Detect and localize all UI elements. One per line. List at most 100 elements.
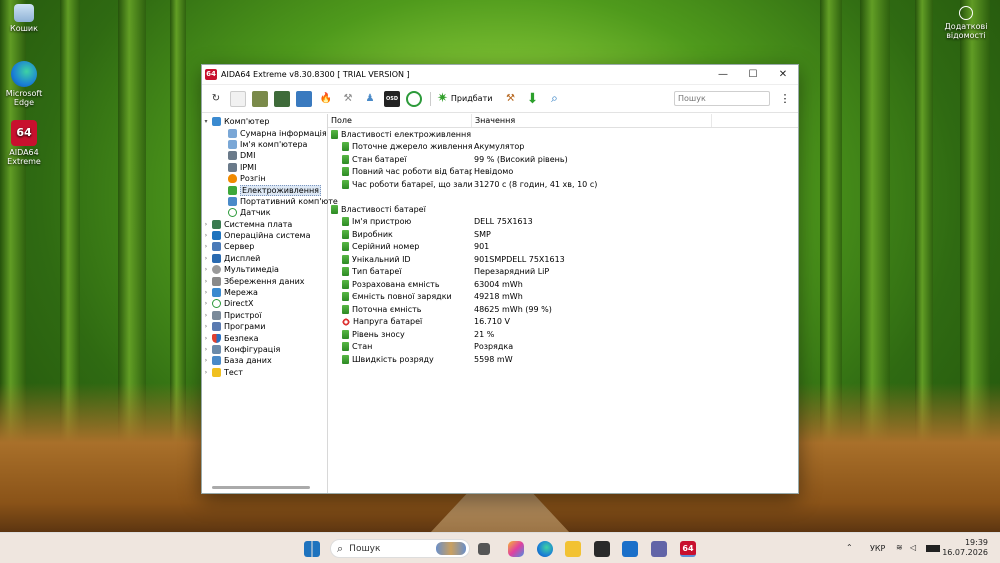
volume-icon[interactable]: ◁ [910, 543, 916, 552]
gauge-icon[interactable] [406, 90, 422, 107]
tree-item-overclock[interactable]: Розгін [202, 173, 327, 184]
memory-icon[interactable] [274, 90, 290, 107]
table-row[interactable]: Розрахована ємність 63004 mWh [328, 278, 798, 291]
outlook-icon[interactable] [622, 541, 638, 557]
user-icon[interactable]: ♟ [362, 91, 378, 107]
tree-item-computer[interactable]: ▾ Комп'ютер [202, 116, 327, 127]
flame-icon[interactable]: 🔥 [318, 91, 334, 107]
tree-item-display[interactable]: › Дисплей [202, 253, 327, 264]
table-row[interactable]: Стан батареї 99 % (Високий рівень) [328, 153, 798, 166]
table-row[interactable]: Серійний номер 901 [328, 241, 798, 254]
hammer-icon[interactable]: ⚒ [502, 91, 518, 107]
title-bar[interactable]: 64 AIDA64 Extreme v8.30.8300 [ TRIAL VER… [202, 65, 798, 85]
tree-item-computer-name[interactable]: Ім'я комп'ютера [202, 139, 327, 150]
expand-arrow-icon[interactable]: › [202, 232, 210, 239]
tree-item-network[interactable]: › Мережа [202, 287, 327, 298]
tools-icon[interactable]: ⚒ [340, 91, 356, 107]
table-row[interactable]: Поточне джерело живлення Акумулятор [328, 141, 798, 154]
expand-arrow-icon[interactable]: › [202, 221, 210, 228]
tree-item-sensor[interactable]: Датчик [202, 207, 327, 218]
table-row[interactable]: Рівень зносу 21 % [328, 328, 798, 341]
buy-label: Придбати [450, 94, 493, 103]
expand-arrow-icon[interactable]: › [202, 300, 210, 307]
taskbar-search-label: Пошук [349, 543, 381, 554]
copilot-icon[interactable] [508, 541, 524, 557]
desktop-icon-aida64[interactable]: 64 AIDA64 Extreme [0, 120, 52, 166]
tree-item-motherboard[interactable]: › Системна плата [202, 219, 327, 230]
tree-item-security[interactable]: › Безпека [202, 332, 327, 343]
tree-item-config[interactable]: › Конфігурація [202, 344, 327, 355]
expand-arrow-icon[interactable]: › [202, 346, 210, 353]
start-windows-icon[interactable] [304, 541, 320, 557]
report-icon[interactable] [230, 90, 246, 107]
task-view-icon[interactable] [478, 543, 490, 555]
expand-arrow-icon[interactable]: › [202, 357, 210, 364]
osd-icon[interactable]: OSD [384, 90, 400, 107]
tree-item-dmi[interactable]: DMI [202, 150, 327, 161]
tree-item-directx[interactable]: › DirectX [202, 298, 327, 309]
desktop-icon-recycle-bin[interactable]: Кошик [0, 4, 52, 33]
expand-arrow-icon[interactable]: › [202, 369, 210, 376]
desktop-icon-edge[interactable]: Microsoft Edge [0, 61, 52, 107]
motherboard-icon[interactable] [252, 90, 268, 107]
toolbar-separator [430, 91, 431, 106]
close-button[interactable]: ✕ [768, 65, 798, 85]
file-explorer-icon[interactable] [565, 541, 581, 557]
search-magnifier-icon[interactable]: ⌕ [546, 91, 562, 107]
maximize-button[interactable]: ☐ [738, 65, 768, 85]
table-row[interactable]: Стан Розрядка [328, 341, 798, 354]
aida64-taskbar-icon[interactable]: 64 [680, 541, 696, 557]
tree-item-portable[interactable]: Портативний комп'юте [202, 196, 338, 207]
desktop-icon-info[interactable]: Додаткові відомості [936, 6, 996, 40]
collapse-arrow-icon[interactable]: ▾ [202, 118, 210, 125]
table-row[interactable]: Повний час роботи від батареї Невідомо [328, 166, 798, 179]
expand-arrow-icon[interactable]: › [202, 255, 210, 262]
buy-button[interactable]: ✷ Придбати [437, 91, 492, 106]
tree-item-ipmi[interactable]: IPMI [202, 162, 327, 173]
system-clock[interactable]: 19:39 16.07.2026 [942, 538, 988, 558]
edge-icon[interactable] [537, 541, 553, 557]
table-row[interactable]: Напруга батареї 16.710 V [328, 316, 798, 329]
refresh-icon[interactable]: ↻ [208, 91, 224, 107]
expand-arrow-icon[interactable]: › [202, 289, 210, 296]
download-arrow-icon[interactable]: ⬇ [524, 91, 540, 107]
table-row[interactable]: Поточна ємність 48625 mWh (99 %) [328, 303, 798, 316]
tree-item-benchmark[interactable]: › Тест [202, 367, 327, 378]
tree-item-storage[interactable]: › Збереження даних [202, 275, 327, 286]
store-icon[interactable] [594, 541, 610, 557]
column-header-field[interactable]: Поле [328, 114, 472, 127]
tray-chevron-icon[interactable]: ⌃ [846, 543, 853, 552]
table-row[interactable]: Тип батареї Перезарядний LiP [328, 266, 798, 279]
tree-item-os[interactable]: › Операційна система [202, 230, 327, 241]
tree-item-multimedia[interactable]: › Мультимедіа [202, 264, 327, 275]
network-icon[interactable] [296, 90, 312, 107]
table-row[interactable]: Швидкість розряду 5598 mW [328, 353, 798, 366]
table-row[interactable]: Виробник SMP [328, 228, 798, 241]
tree-item-power[interactable]: Електроживлення [202, 184, 327, 196]
tree-item-devices[interactable]: › Пристрої [202, 310, 327, 321]
tree-item-summary[interactable]: Сумарна інформація [202, 127, 327, 138]
table-row[interactable]: Ємність повної зарядки 49218 mWh [328, 291, 798, 304]
expand-arrow-icon[interactable]: › [202, 266, 210, 273]
wifi-icon[interactable]: ≋ [896, 543, 903, 552]
expand-arrow-icon[interactable]: › [202, 335, 210, 342]
table-row[interactable]: Час роботи батареї, що залиш... 31270 с … [328, 178, 798, 191]
expand-arrow-icon[interactable]: › [202, 312, 210, 319]
column-header-value[interactable]: Значення [472, 114, 712, 127]
teams-icon[interactable] [651, 541, 667, 557]
tree-item-software[interactable]: › Програми [202, 321, 327, 332]
search-input[interactable] [674, 91, 770, 106]
table-row[interactable]: Унікальний ID 901SMPDELL 75X1613 [328, 253, 798, 266]
battery-tray-icon[interactable] [926, 545, 940, 552]
taskbar-search[interactable]: ⌕ Пошук [330, 539, 470, 558]
more-options-icon[interactable]: ⋮ [776, 92, 794, 105]
expand-arrow-icon[interactable]: › [202, 278, 210, 285]
table-row[interactable]: Ім'я пристрою DELL 75X1613 [328, 216, 798, 229]
expand-arrow-icon[interactable]: › [202, 323, 210, 330]
expand-arrow-icon[interactable]: › [202, 243, 210, 250]
tree-item-database[interactable]: › База даних [202, 355, 327, 366]
tree-item-server[interactable]: › Сервер [202, 241, 327, 252]
language-indicator[interactable]: УКР [870, 544, 885, 553]
tree-horizontal-scrollbar[interactable] [212, 486, 310, 489]
minimize-button[interactable]: — [708, 65, 738, 85]
